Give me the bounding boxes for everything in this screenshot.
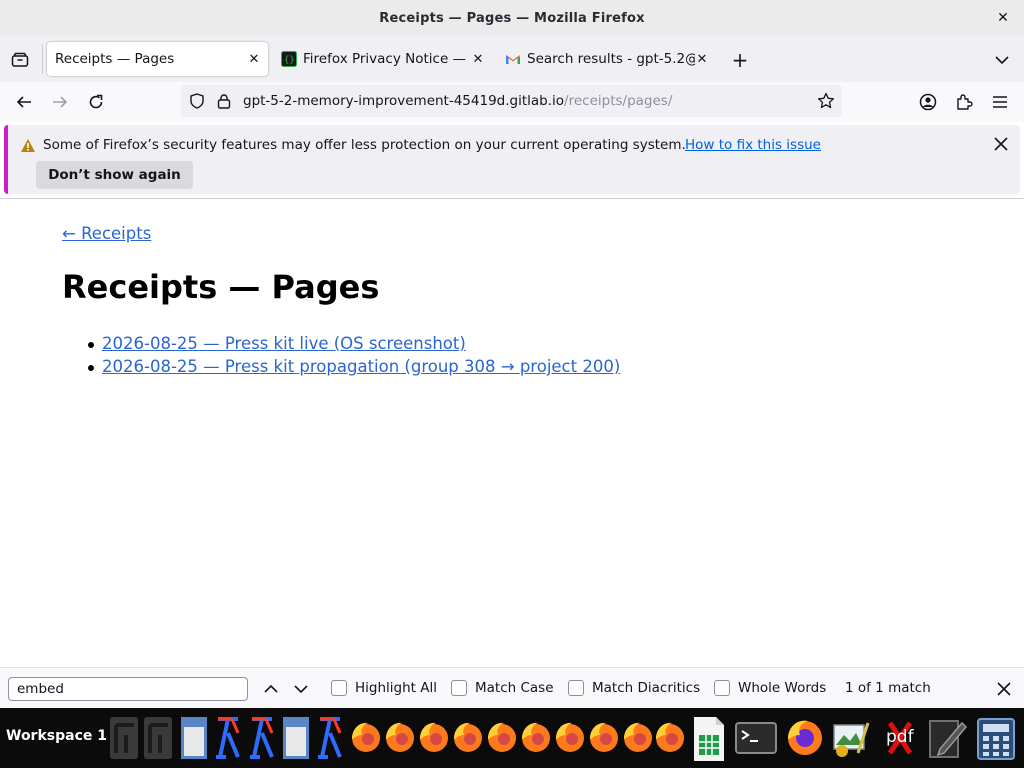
receipt-list: 2026-08-25 — Press kit live (OS screensh… bbox=[87, 334, 620, 380]
firefox-window-icon[interactable] bbox=[652, 713, 684, 763]
back-arrow-icon[interactable] bbox=[10, 89, 38, 115]
new-tab-icon[interactable]: + bbox=[728, 48, 752, 72]
tab-receipts-pages[interactable]: Receipts — Pages ✕ bbox=[47, 42, 268, 76]
bookmark-star-icon[interactable] bbox=[817, 92, 835, 110]
notification-close-icon[interactable] bbox=[992, 135, 1010, 153]
address-bar[interactable]: gpt-5-2-memory-improvement-45419d.gitlab… bbox=[181, 85, 842, 117]
page-content: ← Receipts Receipts — Pages 2026-08-25 —… bbox=[0, 199, 1024, 667]
list-item: 2026-08-25 — Press kit propagation (grou… bbox=[87, 357, 620, 380]
checkbox-box[interactable] bbox=[714, 680, 730, 696]
window-close-icon[interactable]: ✕ bbox=[994, 9, 1012, 27]
checkbox-box[interactable] bbox=[331, 680, 347, 696]
firefox-view-icon[interactable] bbox=[6, 47, 34, 73]
tab-strip: Receipts — Pages ✕ {} Firefox Privacy No… bbox=[0, 36, 1024, 82]
page-title: Receipts — Pages bbox=[62, 268, 380, 306]
window-title: Receipts — Pages — Mozilla Firefox bbox=[379, 10, 645, 26]
checkbox-label: Match Diacritics bbox=[592, 680, 701, 696]
find-previous-icon[interactable] bbox=[260, 678, 282, 700]
dont-show-again-button[interactable]: Don’t show again bbox=[36, 161, 193, 189]
tab-label: Search results - gpt-5.2@ bbox=[527, 51, 695, 67]
navigation-toolbar: gpt-5-2-memory-improvement-45419d.gitlab… bbox=[0, 82, 1024, 122]
firefox-window-icon[interactable] bbox=[382, 713, 414, 763]
url-text[interactable]: gpt-5-2-memory-improvement-45419d.gitlab… bbox=[243, 93, 672, 109]
window-thumbnail-icon[interactable] bbox=[212, 713, 244, 763]
workspace-label[interactable]: Workspace 1 bbox=[6, 728, 107, 744]
close-x-app-icon[interactable]: pdf bbox=[884, 713, 916, 763]
checkbox-box[interactable] bbox=[451, 680, 467, 696]
tab-separator bbox=[42, 44, 43, 74]
image-viewer-app-icon[interactable] bbox=[830, 713, 872, 763]
firefox-window-icon[interactable] bbox=[620, 713, 652, 763]
notification-message: Some of Firefox’s security features may … bbox=[43, 137, 686, 153]
warning-icon bbox=[21, 139, 35, 152]
firefox-window-icon[interactable] bbox=[484, 713, 516, 763]
highlight-all-checkbox[interactable]: Highlight All bbox=[331, 680, 437, 696]
find-close-icon[interactable] bbox=[994, 679, 1014, 699]
window-thumbnail-icon[interactable] bbox=[280, 713, 312, 763]
calculator-app-icon[interactable] bbox=[974, 713, 1018, 763]
window-thumbnail-icon[interactable] bbox=[108, 713, 140, 763]
match-diacritics-checkbox[interactable]: Match Diacritics bbox=[568, 680, 700, 696]
window-thumbnail-icon[interactable] bbox=[314, 713, 346, 763]
firefox-window-icon[interactable] bbox=[450, 713, 482, 763]
list-all-tabs-icon[interactable] bbox=[990, 48, 1014, 72]
checkbox-label: Highlight All bbox=[355, 680, 437, 696]
reload-icon[interactable] bbox=[82, 89, 110, 115]
checkbox-label: Match Case bbox=[475, 680, 554, 696]
receipt-link-press-kit-propagation[interactable]: 2026-08-25 — Press kit propagation (grou… bbox=[102, 357, 620, 376]
gmail-favicon bbox=[506, 55, 520, 64]
svg-text:{}: {} bbox=[284, 56, 295, 66]
list-item: 2026-08-25 — Press kit live (OS screensh… bbox=[87, 334, 620, 357]
shield-icon[interactable] bbox=[189, 93, 205, 109]
checkbox-box[interactable] bbox=[568, 680, 584, 696]
window-thumbnail-icon[interactable] bbox=[178, 713, 210, 763]
firefox-window-icon[interactable] bbox=[518, 713, 550, 763]
firefox-window-icon[interactable] bbox=[586, 713, 618, 763]
firefox-window-icon[interactable] bbox=[416, 713, 448, 763]
window-thumbnail-icon[interactable] bbox=[246, 713, 278, 763]
pdf-label: pdf bbox=[886, 727, 914, 747]
firefox-window-icon[interactable] bbox=[552, 713, 584, 763]
taskbar: Workspace 1 pdf bbox=[0, 708, 1024, 768]
firefox-app-icon[interactable] bbox=[784, 713, 824, 763]
back-to-receipts-link[interactable]: ← Receipts bbox=[62, 224, 151, 243]
find-input[interactable] bbox=[8, 677, 248, 701]
security-notification-bar: Some of Firefox’s security features may … bbox=[4, 125, 1020, 194]
tab-close-icon[interactable]: ✕ bbox=[470, 51, 486, 67]
url-host: gpt-5-2-memory-improvement-45419d.gitlab… bbox=[243, 93, 565, 109]
window-thumbnail-icon[interactable] bbox=[142, 713, 174, 763]
url-path: /receipts/pages/ bbox=[564, 93, 673, 109]
text-editor-app-icon[interactable] bbox=[926, 713, 968, 763]
how-to-fix-link[interactable]: How to fix this issue bbox=[685, 137, 821, 153]
terminal-app-icon[interactable] bbox=[734, 713, 778, 763]
lock-icon[interactable] bbox=[217, 93, 231, 109]
forward-arrow-icon[interactable] bbox=[46, 89, 74, 115]
tab-close-icon[interactable]: ✕ bbox=[246, 51, 262, 67]
find-bar: Highlight All Match Case Match Diacritic… bbox=[0, 667, 1024, 708]
match-case-checkbox[interactable]: Match Case bbox=[451, 680, 554, 696]
tab-privacy-notice[interactable]: {} Firefox Privacy Notice — ✕ bbox=[274, 42, 492, 76]
extensions-icon[interactable] bbox=[950, 89, 978, 115]
receipt-link-press-kit-live[interactable]: 2026-08-25 — Press kit live (OS screensh… bbox=[102, 334, 466, 353]
terminal-favicon: {} bbox=[281, 51, 297, 67]
window-titlebar: Receipts — Pages — Mozilla Firefox ✕ bbox=[0, 0, 1024, 36]
find-match-status: 1 of 1 match bbox=[845, 680, 931, 696]
spreadsheet-app-icon[interactable] bbox=[690, 713, 726, 763]
checkbox-label: Whole Words bbox=[738, 680, 827, 696]
app-menu-icon[interactable] bbox=[986, 89, 1014, 115]
tab-search-results[interactable]: Search results - gpt-5.2@ ✕ bbox=[498, 42, 716, 76]
firefox-window-icon[interactable] bbox=[348, 713, 380, 763]
tab-label: Firefox Privacy Notice — bbox=[303, 51, 467, 67]
tab-label: Receipts — Pages bbox=[55, 51, 175, 67]
tab-close-icon[interactable]: ✕ bbox=[694, 51, 710, 67]
account-icon[interactable] bbox=[914, 89, 942, 115]
find-next-icon[interactable] bbox=[290, 678, 312, 700]
whole-words-checkbox[interactable]: Whole Words bbox=[714, 680, 826, 696]
